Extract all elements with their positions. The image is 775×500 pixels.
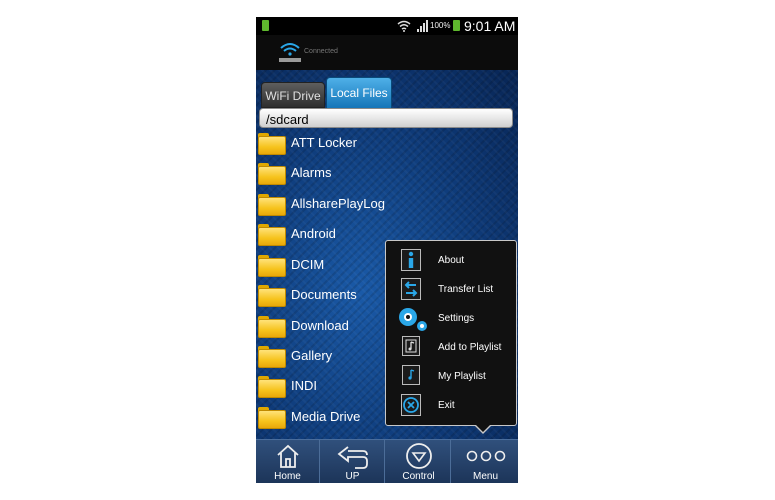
- menu-item-settings[interactable]: Settings: [386, 305, 516, 333]
- battery-percent: 100%: [430, 21, 451, 30]
- menu-item-exit[interactable]: Exit: [386, 392, 516, 420]
- menu-item-label: My Playlist: [438, 371, 486, 382]
- folder-name: Gallery: [291, 348, 333, 363]
- app-header: Connected: [256, 35, 518, 70]
- close-circle-icon: [401, 394, 423, 416]
- folder-icon: [258, 194, 286, 216]
- menu-item-my-playlist[interactable]: My Playlist: [386, 363, 516, 391]
- folder-icon: [258, 285, 286, 307]
- folder-name: AllsharePlayLog: [291, 196, 385, 211]
- folder-name: Download: [291, 318, 349, 333]
- home-button[interactable]: Home: [256, 440, 320, 483]
- menu-pointer-inner: [475, 424, 491, 432]
- connection-status: Connected: [304, 48, 338, 55]
- cell-signal-icon: [417, 20, 431, 32]
- bottom-navigation: Home UP Control Menu: [256, 439, 518, 483]
- folder-row[interactable]: Alarms: [256, 160, 518, 190]
- battery-icon: [453, 20, 460, 31]
- control-down-icon: [406, 443, 432, 469]
- menu-item-label: Add to Playlist: [438, 342, 502, 353]
- menu-label: Menu: [472, 471, 498, 482]
- folder-icon: [258, 224, 286, 246]
- folder-name: Documents: [291, 287, 357, 302]
- folder-icon: [258, 346, 286, 368]
- folder-name: Android: [291, 226, 336, 241]
- menu-item-about[interactable]: About: [386, 247, 516, 275]
- menu-item-label: Settings: [438, 313, 475, 324]
- add-to-playlist-icon: [401, 336, 423, 358]
- folder-name: DCIM: [291, 257, 325, 272]
- path-bar: /sdcard: [259, 108, 513, 128]
- folder-name: Alarms: [291, 165, 332, 180]
- folder-row[interactable]: AllsharePlayLog: [256, 191, 518, 221]
- back-arrow-icon: [337, 446, 368, 469]
- control-button[interactable]: Control: [387, 440, 451, 483]
- folder-icon: [258, 316, 286, 338]
- more-dots-icon: [466, 450, 506, 462]
- info-icon: [401, 249, 423, 271]
- menu-button[interactable]: Menu: [453, 440, 518, 483]
- folder-name: ATT Locker: [291, 135, 357, 150]
- notification-battery-icon: [262, 20, 269, 31]
- menu-item-label: About: [438, 255, 465, 266]
- folder-icon: [258, 255, 286, 277]
- control-label: Control: [402, 471, 435, 482]
- menu-item-label: Transfer List: [438, 284, 494, 295]
- menu-item-transfer-list[interactable]: Transfer List: [386, 276, 516, 304]
- home-label: Home: [274, 471, 301, 482]
- wifi-signal-icon: [397, 20, 411, 32]
- menu-item-add-to-playlist[interactable]: Add to Playlist: [386, 334, 516, 362]
- folder-name: Media Drive: [291, 409, 361, 424]
- up-button[interactable]: UP: [321, 440, 385, 483]
- transfer-arrows-icon: [401, 278, 423, 300]
- folder-icon: [258, 376, 286, 398]
- clock: 9:01 AM: [464, 18, 516, 34]
- folder-icon: [258, 163, 286, 185]
- playlist-icon: [401, 365, 423, 387]
- folder-row[interactable]: ATT Locker: [256, 130, 518, 160]
- menu-item-label: Exit: [438, 400, 455, 411]
- tab-wifi-drive[interactable]: WiFi Drive: [261, 82, 325, 108]
- home-icon: [277, 444, 299, 468]
- folder-icon: [258, 407, 286, 429]
- wifi-drive-logo-icon: [279, 43, 301, 62]
- folder-icon: [258, 133, 286, 155]
- status-bar: 100% 9:01 AM: [256, 17, 518, 35]
- gears-icon: [399, 307, 427, 331]
- up-label: UP: [345, 471, 360, 482]
- phone-screen: 100% 9:01 AM Connected WiFi Drive Local …: [256, 17, 518, 483]
- tab-local-files[interactable]: Local Files: [326, 77, 392, 109]
- options-menu: About Transfer List Settings Add to Play…: [385, 240, 517, 426]
- folder-name: INDI: [291, 378, 317, 393]
